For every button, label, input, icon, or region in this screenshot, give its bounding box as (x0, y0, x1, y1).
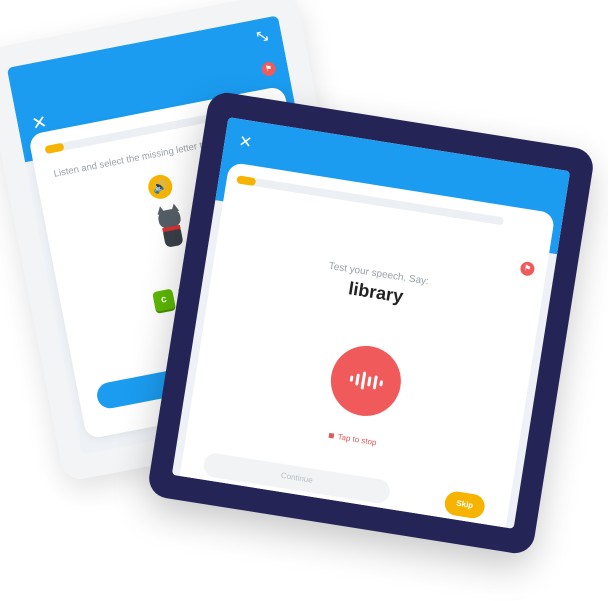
close-icon[interactable]: ✕ (237, 131, 253, 153)
waveform-icon (349, 370, 384, 393)
microphone-button[interactable] (325, 340, 406, 421)
front-tablet-screen: ✕ Test your speech. Say: library Tap to … (171, 117, 571, 529)
stop-text: Tap to stop (337, 432, 378, 448)
speaker-icon[interactable]: 🔊 (146, 172, 175, 201)
front-tablet: ✕ Test your speech. Say: library Tap to … (146, 90, 596, 556)
continue-button[interactable]: Continue (202, 451, 392, 505)
flag-icon[interactable]: ⚑ (260, 60, 277, 78)
letter-tile[interactable]: c (152, 288, 176, 312)
progress-fill (236, 175, 257, 187)
expand-icon[interactable]: ⤡ (256, 28, 269, 46)
skip-button[interactable]: Skip (443, 489, 487, 520)
exercise-card: Test your speech. Say: library Tap to st… (179, 161, 556, 528)
stop-icon (328, 433, 335, 439)
cat-illustration (153, 202, 190, 252)
progress-fill (44, 142, 65, 155)
